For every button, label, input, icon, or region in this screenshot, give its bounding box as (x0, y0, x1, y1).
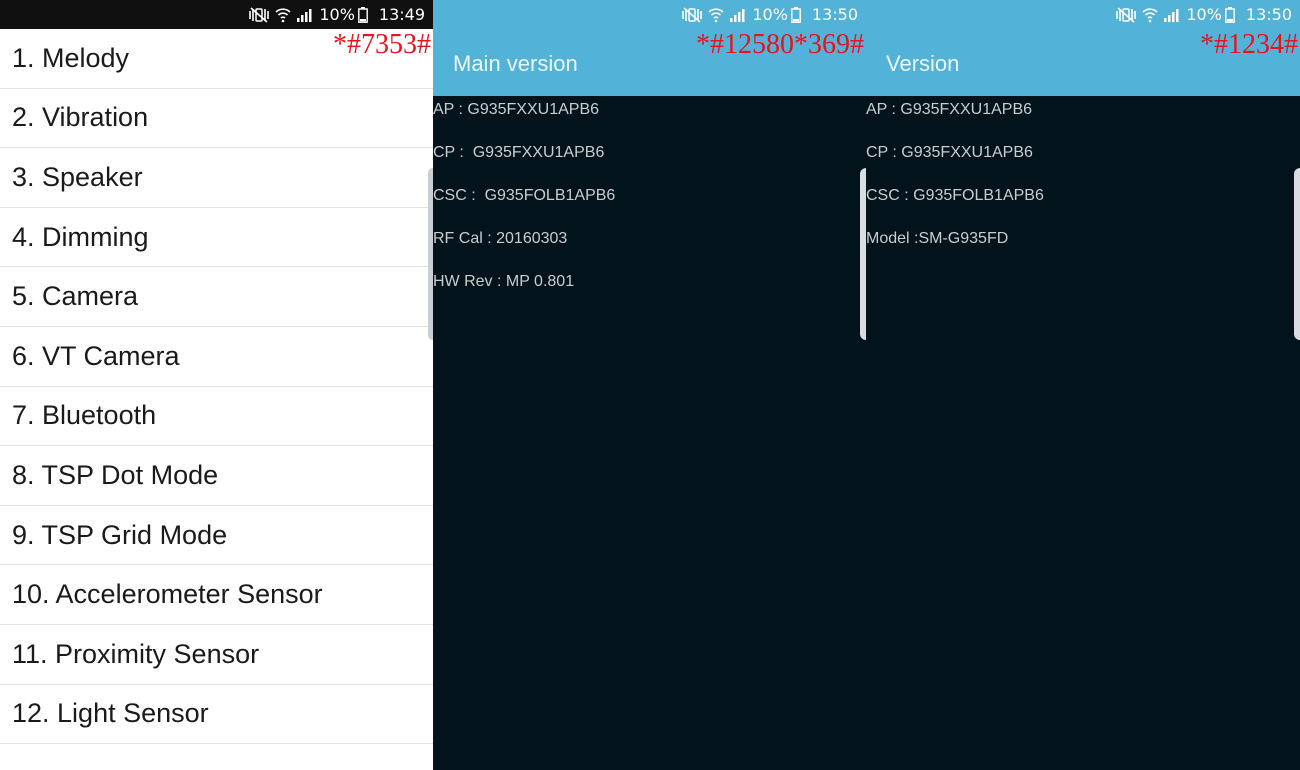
menu-item-vt-camera[interactable]: 6. VT Camera (0, 327, 433, 387)
mute-vibrate-icon (248, 6, 270, 23)
clock: 13:49 (378, 5, 425, 24)
menu-item-dimming[interactable]: 4. Dimming (0, 208, 433, 268)
info-ap: AP : G935FXXU1APB6 (433, 101, 600, 118)
edge-panel-handle[interactable] (1294, 168, 1300, 340)
info-ap: AP : G935FXXU1APB6 (866, 101, 1033, 118)
menu-item-proximity-sensor[interactable]: 11. Proximity Sensor (0, 625, 433, 685)
info-csc: CSC : G935FOLB1APB6 (433, 187, 616, 204)
menu-item-camera[interactable]: 5. Camera (0, 267, 433, 327)
battery-percent: 10% (319, 5, 355, 24)
info-model: Model :SM-G935FD (866, 230, 1009, 247)
wifi-icon (275, 7, 291, 23)
battery-icon (357, 6, 368, 23)
version-info-list: AP : G935FXXU1APB6 CP : G935FXXU1APB6 CS… (433, 96, 866, 313)
dial-code-label: *#1234# (1200, 29, 1298, 60)
menu-item-bluetooth[interactable]: 7. Bluetooth (0, 387, 433, 447)
status-bar: 10% 13:50 (866, 0, 1300, 29)
version-info-list: AP : G935FXXU1APB6 CP : G935FXXU1APB6 CS… (866, 96, 1300, 270)
dial-code-label: *#7353# (333, 29, 431, 60)
menu-item-accelerometer-sensor[interactable]: 10. Accelerometer Sensor (0, 565, 433, 625)
menu-item-vibration[interactable]: 2. Vibration (0, 89, 433, 149)
status-bar: 10% 13:49 (0, 0, 433, 29)
clock: 13:50 (1245, 5, 1292, 24)
menu-item-light-sensor[interactable]: 12. Light Sensor (0, 685, 433, 745)
signal-icon (1163, 7, 1179, 23)
signal-icon (729, 7, 745, 23)
test-menu-list: 1. Melody 2. Vibration 3. Speaker 4. Dim… (0, 29, 433, 745)
info-cp: CP : G935FXXU1APB6 (433, 144, 605, 161)
info-rf-cal: RF Cal : 20160303 (433, 230, 568, 247)
wifi-icon (1142, 7, 1158, 23)
signal-icon (296, 7, 312, 23)
info-csc: CSC : G935FOLB1APB6 (866, 187, 1044, 204)
menu-item-tsp-dot-mode[interactable]: 8. TSP Dot Mode (0, 446, 433, 506)
page-title: Version (886, 51, 960, 76)
mute-vibrate-icon (1115, 6, 1137, 23)
menu-item-speaker[interactable]: 3. Speaker (0, 148, 433, 208)
wifi-icon (708, 7, 724, 23)
version-panel: 10% 13:50 Version *#1234# AP : G935FXXU1… (866, 0, 1300, 770)
battery-icon (1224, 6, 1235, 23)
status-bar: 10% 13:50 (433, 0, 866, 29)
main-version-panel: 10% 13:50 Main version *#12580*369# AP :… (433, 0, 866, 770)
clock: 13:50 (811, 5, 858, 24)
battery-percent: 10% (1186, 5, 1222, 24)
info-cp: CP : G935FXXU1APB6 (866, 144, 1033, 161)
page-title: Main version (453, 51, 578, 76)
test-menu-panel: 10% 13:49 *#7353# 1. Melody 2. Vibration… (0, 0, 433, 770)
info-hw-rev: HW Rev : MP 0.801 (433, 273, 575, 290)
mute-vibrate-icon (681, 6, 703, 23)
battery-icon (790, 6, 801, 23)
dial-code-label: *#12580*369# (696, 29, 864, 60)
battery-percent: 10% (752, 5, 788, 24)
menu-item-tsp-grid-mode[interactable]: 9. TSP Grid Mode (0, 506, 433, 566)
